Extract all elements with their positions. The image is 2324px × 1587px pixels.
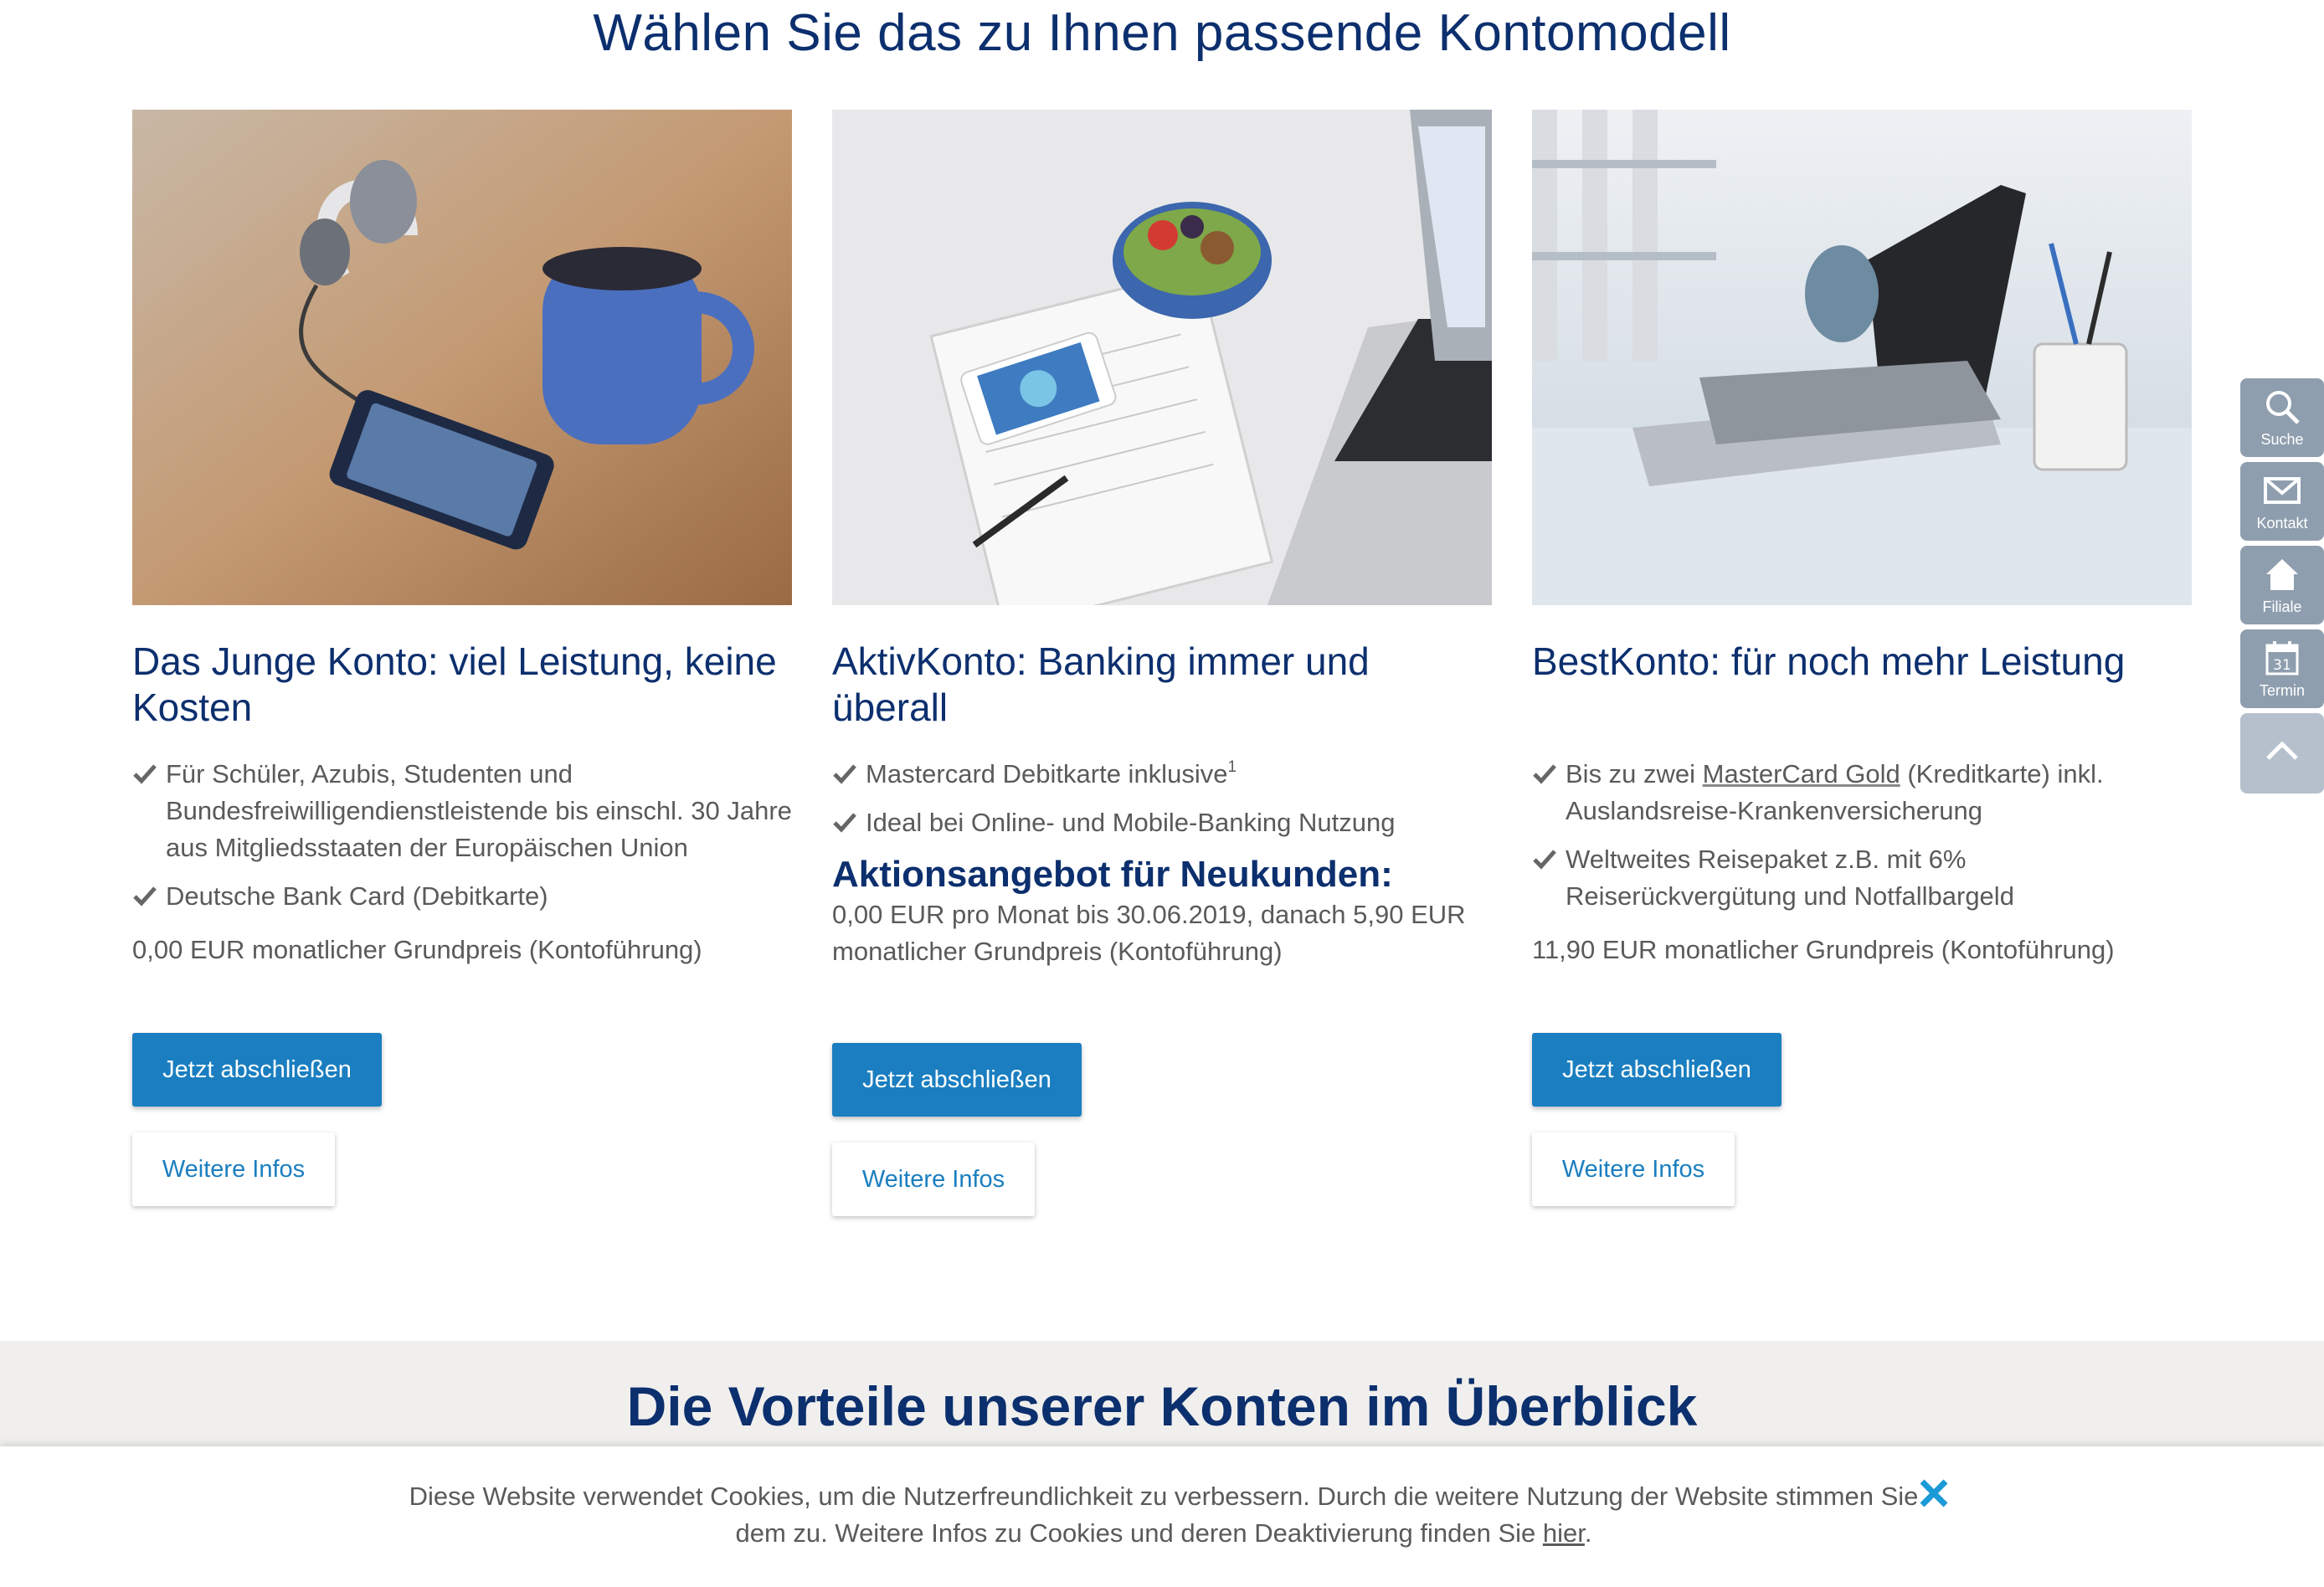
contact-button[interactable]: Kontakt [2240, 462, 2324, 541]
feature-item: Mastercard Debitkarte inklusive1 [832, 756, 1492, 793]
promo-title: Aktionsangebot für Neukunden: [832, 854, 1393, 895]
account-card-junges-konto: Das Junge Konto: viel Leistung, keine Ko… [132, 110, 792, 968]
card-image-notebook-fruit [832, 110, 1492, 605]
feature-text: Deutsche Bank Card (Debitkarte) [166, 881, 548, 911]
search-label: Suche [2260, 430, 2304, 448]
account-card-aktivkonto: AktivKonto: Banking immer und überall Ma… [832, 110, 1492, 970]
appointment-button[interactable]: 31 Termin [2240, 629, 2324, 708]
feature-text: Für Schüler, Azubis, Studenten und Bunde… [166, 759, 792, 862]
feature-text: Ideal bei Online- und Mobile-Banking Nut… [866, 808, 1396, 837]
mastercard-gold-link[interactable]: MasterCard Gold [1703, 759, 1900, 788]
calendar-day: 31 [2273, 657, 2291, 674]
feature-item: Für Schüler, Azubis, Studenten und Bunde… [132, 756, 792, 866]
contact-label: Kontakt [2256, 514, 2308, 532]
feature-item: Bis zu zwei MasterCard Gold (Kreditkarte… [1532, 756, 2192, 829]
card-image-headphones-coffee [132, 110, 792, 605]
card-title: Das Junge Konto: viel Leistung, keine Ko… [132, 639, 777, 729]
branch-label: Filiale [2262, 598, 2302, 615]
close-icon[interactable] [1917, 1477, 1951, 1510]
feature-list: Für Schüler, Azubis, Studenten und Bunde… [132, 756, 792, 915]
check-icon [133, 764, 157, 784]
card-title: BestKonto: für noch mehr Leistung [1532, 639, 2126, 683]
more-info-button-junges-konto[interactable]: Weitere Infos [132, 1132, 335, 1206]
cookie-text: Diese Website verwendet Cookies, um die … [402, 1478, 1926, 1552]
side-navigation: Suche Kontakt Filiale 31 Termin [2240, 378, 2324, 799]
feature-text: Mastercard Debitkarte inklusive [866, 759, 1228, 788]
cookie-banner: Diese Website verwendet Cookies, um die … [0, 1446, 2324, 1587]
signup-button-bestkonto[interactable]: Jetzt abschließen [1532, 1033, 1782, 1107]
page-title: Wählen Sie das zu Ihnen passende Kontomo… [593, 4, 1731, 62]
check-icon [1533, 764, 1556, 784]
feature-item: Deutsche Bank Card (Debitkarte) [132, 878, 792, 915]
check-icon [833, 764, 856, 784]
feature-text: Weltweites Reisepaket z.B. mit 6% Reiser… [1566, 845, 2014, 911]
feature-list: Bis zu zwei MasterCard Gold (Kreditkarte… [1532, 756, 2192, 915]
calendar-icon: 31 [2265, 640, 2299, 675]
signup-button-aktivkonto[interactable]: Jetzt abschließen [832, 1043, 1082, 1117]
search-icon [2266, 390, 2300, 424]
footnote-marker: 1 [1227, 758, 1237, 776]
feature-text-prefix: Bis zu zwei [1566, 759, 1703, 788]
price-text: 11,90 EUR monatlicher Grundpreis (Kontof… [1532, 935, 2115, 964]
account-card-bestkonto: BestKonto: für noch mehr Leistung Bis zu… [1532, 110, 2192, 968]
mail-icon [2264, 476, 2301, 504]
feature-item: Ideal bei Online- und Mobile-Banking Nut… [832, 804, 1492, 841]
cookie-info-link[interactable]: hier [1543, 1518, 1585, 1548]
check-icon [833, 813, 856, 833]
check-icon [1533, 850, 1556, 870]
check-icon [133, 886, 157, 906]
more-info-button-aktivkonto[interactable]: Weitere Infos [832, 1143, 1035, 1216]
home-icon [2266, 558, 2298, 590]
cookie-message: Diese Website verwendet Cookies, um die … [409, 1482, 1919, 1548]
more-info-button-bestkonto[interactable]: Weitere Infos [1532, 1132, 1735, 1206]
signup-button-junges-konto[interactable]: Jetzt abschließen [132, 1033, 382, 1107]
price-text: 0,00 EUR monatlicher Grundpreis (Kontofü… [132, 935, 702, 964]
card-title: AktivKonto: Banking immer und überall [832, 639, 1370, 729]
card-image-laptop-desk [1532, 110, 2192, 605]
feature-item: Weltweites Reisepaket z.B. mit 6% Reiser… [1532, 841, 2192, 915]
scroll-to-top-button[interactable] [2240, 713, 2324, 794]
search-button[interactable]: Suche [2240, 378, 2324, 457]
branch-button[interactable]: Filiale [2240, 546, 2324, 624]
feature-list: Mastercard Debitkarte inklusive1 Ideal b… [832, 756, 1492, 841]
chevron-up-icon [2266, 741, 2298, 760]
benefits-heading: Die Vorteile unserer Konten im Überblick [626, 1375, 1698, 1437]
promo-text: 0,00 EUR pro Monat bis 30.06.2019, danac… [832, 900, 1466, 966]
appointment-label: Termin [2259, 681, 2305, 699]
cookie-end: . [1584, 1518, 1592, 1548]
